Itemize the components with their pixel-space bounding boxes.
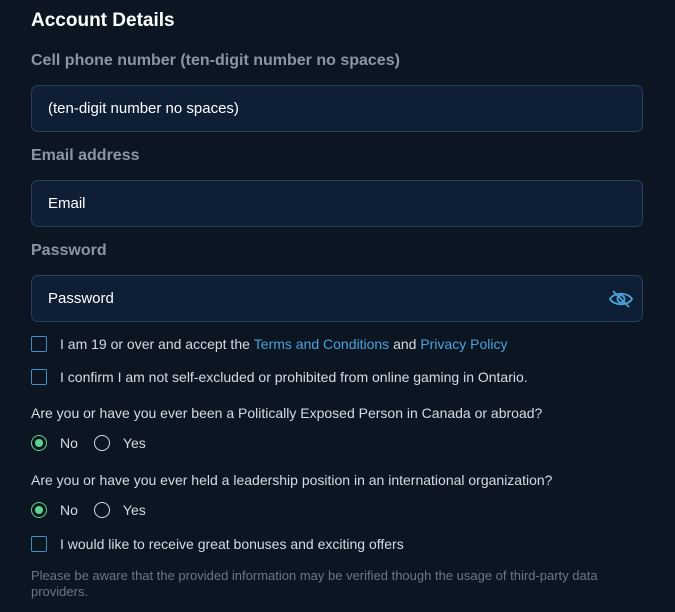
password-field-container [31, 275, 643, 322]
leadership-yes-label[interactable]: Yes [123, 502, 146, 518]
pep-question: Are you or have you ever been a Politica… [31, 405, 543, 421]
offers-checkbox[interactable] [31, 536, 47, 552]
leadership-question: Are you or have you ever held a leadersh… [31, 472, 553, 488]
leadership-radio-group: No Yes [31, 502, 162, 518]
offers-checkbox-row: I would like to receive great bonuses an… [31, 536, 404, 552]
self-excluded-checkbox-row: I confirm I am not self-excluded or proh… [31, 369, 528, 385]
pep-yes-label[interactable]: Yes [123, 435, 146, 451]
phone-input[interactable] [32, 86, 642, 131]
terms-checkbox[interactable] [31, 336, 47, 352]
pep-no-label[interactable]: No [60, 435, 78, 451]
offers-text: I would like to receive great bonuses an… [60, 536, 404, 552]
pep-no-radio[interactable] [31, 435, 47, 451]
terms-text-middle: and [389, 336, 421, 352]
email-input[interactable] [32, 181, 642, 226]
self-excluded-text: I confirm I am not self-excluded or proh… [60, 369, 528, 385]
email-label: Email address [31, 147, 140, 164]
pep-radio-group: No Yes [31, 435, 162, 451]
leadership-yes-radio[interactable] [93, 502, 110, 518]
terms-link[interactable]: Terms and Conditions [254, 336, 389, 352]
password-input[interactable] [32, 276, 642, 321]
account-details-form: Account Details Cell phone number (ten-d… [0, 0, 675, 612]
verification-notice: Please be aware that the provided inform… [31, 568, 598, 599]
phone-field-container [31, 85, 643, 132]
terms-text-prefix: I am 19 or over and accept the [60, 336, 254, 352]
self-excluded-checkbox[interactable] [31, 369, 47, 385]
section-title: Account Details [31, 10, 175, 31]
leadership-no-label[interactable]: No [60, 502, 78, 518]
terms-checkbox-row: I am 19 or over and accept the Terms and… [31, 336, 507, 352]
eye-slash-icon[interactable] [608, 288, 634, 310]
phone-label: Cell phone number (ten-digit number no s… [31, 52, 400, 69]
password-label: Password [31, 242, 107, 259]
email-field-container [31, 180, 643, 227]
privacy-link[interactable]: Privacy Policy [420, 336, 507, 352]
leadership-no-radio[interactable] [31, 502, 47, 518]
pep-yes-radio[interactable] [93, 435, 110, 451]
